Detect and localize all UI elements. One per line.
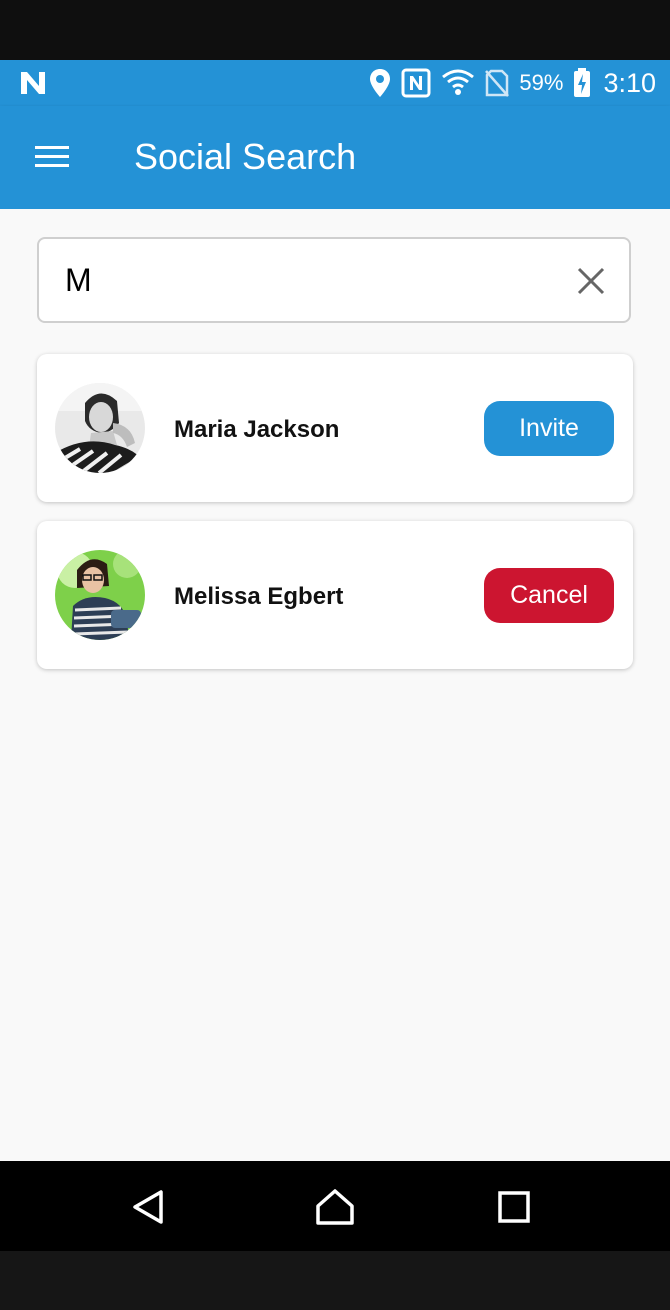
hamburger-menu-icon[interactable]: [30, 140, 74, 174]
avatar-photo: [55, 550, 145, 640]
avatar-photo: [55, 383, 145, 473]
app-bar: Social Search: [0, 106, 670, 209]
top-black-bar: [0, 0, 670, 60]
recents-square-icon[interactable]: [494, 1187, 534, 1227]
result-card: Melissa Egbert Cancel: [37, 521, 633, 669]
n-notification-icon: [21, 72, 45, 94]
avatar: [55, 550, 145, 640]
home-icon[interactable]: [315, 1187, 355, 1227]
back-triangle-icon[interactable]: [129, 1187, 169, 1227]
cancel-button[interactable]: Cancel: [484, 568, 614, 623]
battery-charging-icon: [574, 68, 591, 97]
page-title: Social Search: [134, 136, 357, 177]
wifi-icon: [442, 69, 475, 95]
search-box: [37, 237, 631, 323]
clock: 3:10: [603, 67, 656, 98]
avatar: [55, 383, 145, 473]
person-name: Melissa Egbert: [174, 583, 344, 610]
no-sim-icon: [485, 69, 510, 97]
invite-button[interactable]: Invite: [484, 401, 614, 456]
search-input[interactable]: [65, 257, 545, 303]
navigation-bar: [0, 1161, 670, 1251]
result-card: Maria Jackson Invite: [37, 354, 633, 502]
nfc-icon: [401, 68, 431, 98]
battery-percent: 59%: [519, 70, 564, 95]
main-content: Maria Jackson Invite Melissa Egbert Canc…: [0, 209, 670, 1161]
bottom-black-bar: [0, 1251, 670, 1310]
location-icon: [370, 69, 391, 97]
status-bar: 59% 3:10: [0, 60, 670, 106]
close-icon[interactable]: [575, 265, 607, 297]
person-name: Maria Jackson: [174, 416, 340, 443]
